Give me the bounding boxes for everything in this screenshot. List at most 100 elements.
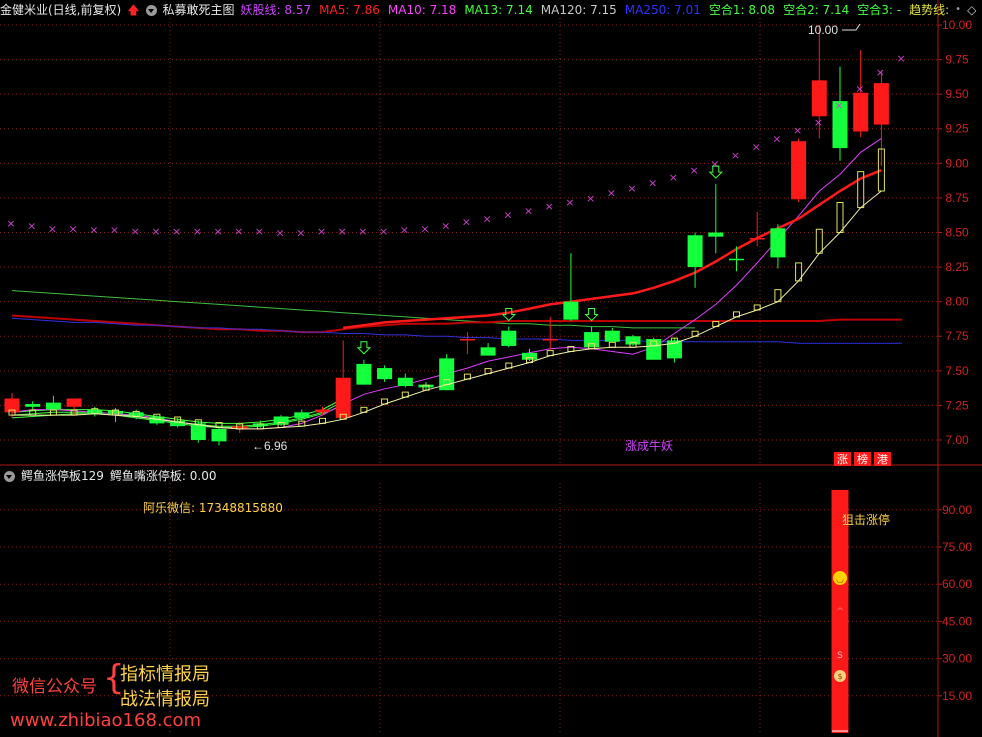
indicator-value-8: 空合3: -	[857, 3, 902, 17]
price-tick-label: 7.00	[945, 433, 969, 447]
candle-down	[273, 416, 289, 425]
sar-marker: ×	[814, 116, 823, 129]
chart-canvas[interactable]: × × × × × × × × × × × × × × × × × × × × × × × × × × × × × × × × × × × × × × × ×…	[0, 0, 982, 737]
price-tick-label: 7.25	[945, 398, 969, 412]
price-tick-label: 7.50	[945, 364, 969, 378]
indicator-value-5: MA250: 7.01	[624, 3, 701, 17]
sar-marker: ×	[68, 222, 77, 235]
sar-marker: ×	[896, 52, 905, 65]
candle-down	[625, 336, 641, 345]
price-tick-label: 9.00	[945, 156, 969, 170]
sar-marker: ×	[482, 213, 491, 226]
sar-marker: ×	[131, 225, 140, 238]
sar-marker: ×	[89, 224, 98, 237]
candle-up	[66, 398, 82, 407]
candle-down	[211, 428, 227, 442]
sub-tick-label: 45.00	[942, 614, 972, 628]
sar-marker: ×	[441, 220, 450, 233]
smile-face-glyph: ◡	[836, 575, 844, 585]
up-arrow-icon[interactable]: 🡅	[127, 1, 139, 19]
candle-down	[584, 332, 600, 348]
indicator-value-9: 趋势线:	[909, 3, 950, 17]
sub-tick-label: 75.00	[942, 540, 972, 554]
sar-marker: ×	[27, 220, 36, 233]
indicator-formula[interactable]: 鳄鱼涨停板129	[21, 467, 104, 485]
candle-down	[45, 402, 61, 410]
high-label: 10.00	[808, 23, 838, 37]
sar-marker: ×	[255, 225, 264, 238]
trend-box	[608, 341, 616, 348]
sar-marker: ×	[627, 182, 636, 195]
candle-down	[501, 330, 517, 346]
price-tick-label: 10.00	[942, 18, 972, 32]
price-tick-label: 7.75	[945, 329, 969, 343]
sar-marker: ×	[213, 225, 222, 238]
sar-marker: ×	[648, 177, 657, 190]
signal-text: 涨成牛妖	[625, 438, 673, 453]
watermark-label: 微信公众号	[12, 677, 97, 697]
candle-down	[294, 412, 310, 418]
candle-down	[439, 358, 455, 391]
candle-down	[356, 363, 372, 385]
sar-marker: ×	[400, 224, 409, 237]
sar-marker: ×	[358, 225, 367, 238]
moving-average-lines	[11, 137, 903, 430]
sar-marker: ×	[172, 225, 181, 238]
candle-down	[770, 228, 786, 258]
dropdown-icon[interactable]	[4, 470, 15, 482]
candle-up	[335, 377, 351, 418]
sar-marker: ×	[669, 171, 678, 184]
sar-marker: ×	[772, 132, 781, 145]
candle-down	[687, 235, 703, 268]
price-tick-label: 9.50	[945, 87, 969, 101]
indicator-value-0: 妖股线: 8.57	[240, 3, 312, 17]
sar-marker: ×	[710, 157, 719, 170]
dropdown-icon[interactable]	[145, 4, 157, 16]
sar-marker: ×	[151, 225, 160, 238]
indicator-header: 鳄鱼涨停板129 鳄鱼嘴涨停板: 0.00	[0, 467, 216, 485]
tag-label: 榜	[857, 452, 868, 466]
candle-up	[791, 141, 807, 200]
candle-up	[315, 409, 330, 413]
indicator-value-4: MA120: 7.15	[540, 3, 617, 17]
sar-marker: ×	[296, 226, 305, 239]
sar-marker: ×	[379, 225, 388, 238]
price-tick-label: 9.25	[945, 122, 969, 136]
indicator-value-3: MA13: 7.14	[464, 3, 533, 17]
tag-label: 涨	[837, 453, 848, 466]
sub-tick-label: 15.00	[942, 689, 972, 703]
indicator-value: 鳄鱼嘴涨停板: 0.00	[109, 469, 217, 483]
sar-marker: ×	[731, 149, 740, 162]
candle-down	[25, 404, 41, 407]
sar-marker: ×	[48, 222, 57, 235]
stock-title: 金健米业(日线,前复权)	[0, 3, 122, 17]
candle-down	[522, 352, 537, 360]
sar-marker: ×	[503, 209, 512, 222]
candle-down	[108, 410, 123, 414]
watermark-url[interactable]: www.zhibiao168.com	[10, 710, 201, 731]
indicator-values: 妖股线: 8.57 MA5: 7.86 MA10: 7.18 MA13: 7.14 MA…	[241, 1, 950, 19]
candle-down	[729, 258, 744, 261]
indicator-panel: 狙击涨停 ◡ ^ S $ 阿乐微信: 17348815880	[143, 489, 890, 733]
sar-marker: ×	[275, 226, 284, 239]
sar-marker: ×	[545, 200, 554, 213]
price-tick-label: 9.75	[945, 53, 969, 67]
more-dots-icon[interactable]: •	[955, 1, 961, 19]
faint-marker: ^	[836, 607, 844, 617]
price-axis: 10.00 9.75 9.50 9.25 9.00 8.75 8.50 8.25 8.00 7.7…	[938, 18, 972, 447]
formula-name[interactable]: 私募敢死主图	[163, 1, 235, 19]
candle-down	[604, 330, 620, 342]
candle-down	[377, 368, 393, 380]
sar-marker: ×	[586, 192, 595, 205]
candle-up	[749, 238, 765, 240]
sar-marker: ×	[234, 225, 243, 238]
watermark-line2: 战法情报局	[120, 689, 210, 710]
candle-down	[708, 232, 724, 237]
diamond-icon[interactable]: ◇	[967, 1, 976, 19]
signal-arrow-icon	[356, 341, 372, 355]
trend-box	[815, 228, 823, 254]
candle-down	[563, 301, 579, 320]
contact-text: 阿乐微信: 17348815880	[143, 501, 283, 515]
candle-down	[646, 339, 662, 360]
sar-marker: ×	[420, 222, 429, 235]
